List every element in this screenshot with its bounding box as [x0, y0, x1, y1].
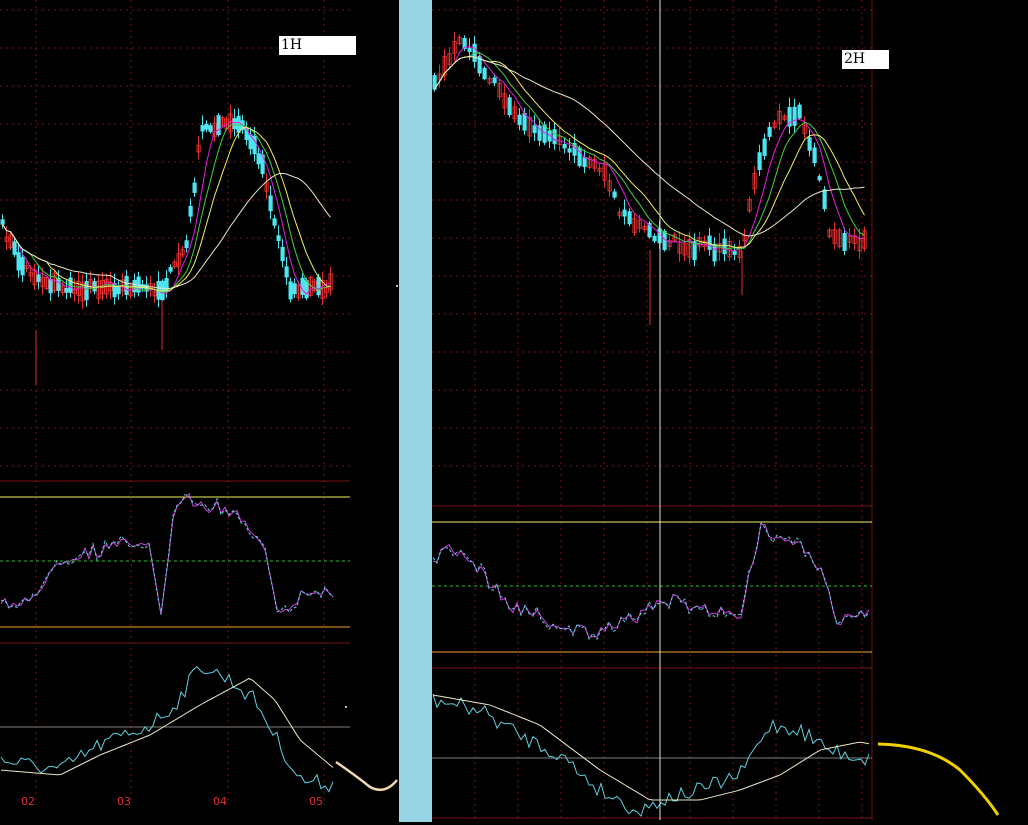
- candle-body: [236, 115, 241, 133]
- x-axis-label: 03: [117, 795, 131, 808]
- candle-body: [567, 148, 572, 153]
- candle-body: [582, 157, 587, 167]
- candle-body: [542, 124, 547, 143]
- candle-body: [304, 280, 309, 299]
- candle-body: [188, 205, 193, 217]
- candle-body: [627, 211, 632, 225]
- candle-body: [562, 143, 567, 149]
- candle-body: [84, 280, 89, 301]
- candle-body: [300, 277, 305, 295]
- candle-body: [507, 97, 512, 116]
- candle-body: [492, 77, 497, 84]
- candle-body: [707, 235, 712, 250]
- candle-body: [807, 137, 812, 151]
- candle-body: [216, 115, 221, 136]
- candle-body: [0, 219, 5, 225]
- candle-body: [792, 106, 797, 126]
- oscillator-line: [0, 492, 334, 615]
- indicator-line: [0, 666, 334, 793]
- oscillator-line: [432, 523, 870, 638]
- candle-body: [762, 138, 767, 156]
- candle-body: [48, 279, 53, 294]
- candle-body: [208, 125, 213, 133]
- candle-body: [276, 235, 281, 241]
- candle-body: [184, 240, 189, 249]
- indicator-line: [432, 694, 870, 818]
- marker-dot: [345, 706, 347, 708]
- candle-body: [532, 125, 537, 134]
- candle-body: [612, 191, 617, 198]
- oscillator-signal-line: [432, 521, 870, 641]
- candle-body: [92, 281, 97, 292]
- candle-body: [822, 189, 827, 210]
- left-timeframe-label: 1H: [279, 36, 356, 55]
- marker-dot: [396, 285, 398, 287]
- candle-body: [280, 246, 285, 262]
- x-axis-label: 02: [21, 795, 35, 808]
- projection-curve: [877, 742, 1000, 816]
- candle-body: [124, 275, 129, 296]
- right-chart-panel[interactable]: [432, 32, 870, 818]
- candle-body: [200, 125, 205, 132]
- panel-divider[interactable]: [399, 0, 432, 822]
- x-axis-label: 04: [213, 795, 227, 808]
- left-chart-panel[interactable]: [0, 104, 334, 793]
- candle-body: [622, 209, 627, 217]
- candle-body: [517, 114, 522, 126]
- oscillator-signal-line: [0, 493, 334, 615]
- candle-body: [797, 104, 802, 119]
- candle-body: [16, 252, 21, 271]
- candle-body: [116, 286, 121, 295]
- candle-body: [482, 67, 487, 80]
- candle-body: [288, 281, 293, 300]
- candle-body: [284, 266, 289, 278]
- candle-body: [552, 129, 557, 145]
- projection-curve: [335, 760, 398, 792]
- candle-body: [722, 238, 727, 255]
- candle-body: [20, 256, 25, 276]
- right-timeframe-label: 2H: [842, 50, 889, 69]
- candle-body: [842, 233, 847, 251]
- candle-body: [256, 153, 261, 165]
- candle-body: [292, 283, 297, 295]
- candle-body: [272, 218, 277, 226]
- candle-body: [192, 182, 197, 193]
- candle-body: [652, 235, 657, 242]
- candle-body: [268, 195, 273, 212]
- candle-body: [662, 231, 667, 251]
- indicator-signal-line: [432, 694, 870, 801]
- candle-body: [732, 250, 737, 255]
- candle-body: [812, 147, 817, 163]
- candle-body: [36, 274, 41, 283]
- candle-body: [767, 126, 772, 137]
- candle-body: [64, 287, 69, 293]
- x-axis-label: 05: [309, 795, 323, 808]
- chart-canvas[interactable]: [0, 0, 1028, 825]
- candle-body: [467, 47, 472, 53]
- chart-grid: [0, 0, 873, 820]
- candle-body: [757, 152, 762, 171]
- candle-body: [232, 118, 237, 130]
- candle-body: [522, 113, 527, 131]
- moving-average-line: [2, 124, 331, 293]
- candle-body: [316, 276, 321, 296]
- candle-body: [817, 176, 822, 181]
- candle-body: [168, 267, 173, 272]
- chart-decorations: [335, 0, 1000, 820]
- candle-body: [204, 123, 209, 130]
- candle-body: [12, 241, 17, 255]
- moving-average-line: [2, 126, 331, 292]
